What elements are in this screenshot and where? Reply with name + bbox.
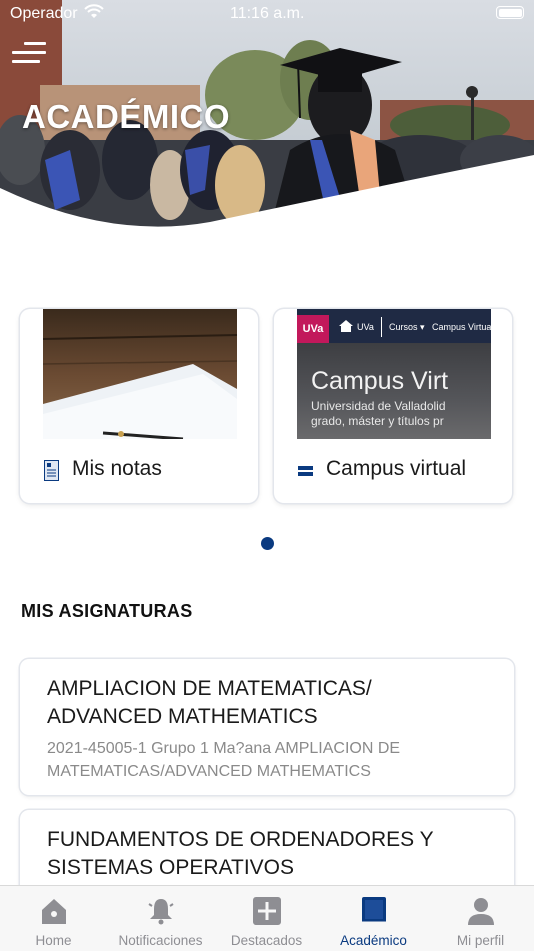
campus-headline: Campus Virt — [311, 367, 449, 395]
clock: 11:16 a.m. — [230, 5, 305, 22]
section-title-mis-asignaturas: MIS ASIGNATURAS — [21, 601, 193, 621]
book-icon — [361, 897, 386, 925]
bell-icon — [147, 899, 174, 925]
page-title: ACADÉMICO — [22, 98, 230, 135]
campus-subline-2: grado, máster y títulos pr — [311, 414, 444, 428]
tab-bar: Home Notificaciones Destacados Académico — [0, 885, 534, 951]
tab-academico[interactable]: Académico — [320, 886, 427, 951]
subject-name: AMPLIACION DE MATEMATICAS/ ADVANCED MATH… — [47, 677, 372, 728]
tab-label-notificaciones: Notificaciones — [118, 933, 203, 948]
uva-badge: UVa — [297, 315, 329, 343]
card-label-row: Campus virtual — [274, 439, 512, 503]
tab-destacados[interactable]: Destacados — [213, 886, 320, 951]
tab-label-home: Home — [35, 933, 72, 948]
card-image-notes — [43, 309, 237, 439]
nav-uva: UVa — [357, 322, 374, 332]
tab-label-mi-perfil: Mi perfil — [456, 933, 505, 948]
person-icon — [467, 898, 494, 925]
hamburger-menu-icon[interactable] — [12, 42, 46, 66]
tab-notificaciones[interactable]: Notificaciones — [107, 886, 214, 951]
plus-square-icon — [252, 897, 281, 925]
tab-home[interactable]: Home — [0, 886, 107, 951]
nav-cursos: Cursos ▾ — [389, 322, 425, 332]
card-campus-virtual[interactable]: UVa UVa Cursos ▾ Campus Virtual Campus V… — [274, 309, 512, 503]
tab-label-destacados: Destacados — [230, 933, 303, 948]
wifi-icon — [84, 4, 104, 18]
campus-icon — [298, 466, 313, 476]
home-nav-icon — [339, 320, 353, 332]
subject-card[interactable]: AMPLIACION DE MATEMATICAS/ ADVANCED MATH… — [20, 659, 514, 795]
card-label-campus-virtual: Campus virtual — [326, 457, 467, 480]
subject-detail: 2021-45005-1 Grupo 1 Ma?ana AMPLIACION D… — [47, 740, 401, 780]
header-banner: Operador 11:16 a.m. ACADÉMICO — [0, 0, 534, 235]
tab-mi-perfil[interactable]: Mi perfil — [427, 886, 534, 951]
status-bar: Operador 11:16 a.m. — [0, 0, 534, 30]
campus-subline-1: Universidad de Valladolid — [311, 399, 446, 413]
card-mis-notas[interactable]: Mis notas — [20, 309, 258, 503]
tab-label-academico: Académico — [340, 933, 407, 948]
home-icon — [41, 899, 66, 924]
card-label-row: Mis notas — [20, 439, 258, 503]
subject-name: FUNDAMENTOS DE ORDENADORES Y SISTEMAS OP… — [47, 828, 434, 879]
document-icon — [44, 460, 59, 481]
card-label-mis-notas: Mis notas — [72, 457, 162, 480]
card-image-campus: UVa UVa Cursos ▾ Campus Virtual Campus V… — [297, 309, 491, 439]
pagination-dot[interactable] — [261, 537, 274, 550]
battery-icon — [496, 6, 524, 19]
nav-campus: Campus Virtual — [432, 322, 491, 332]
carrier-name: Operador — [10, 5, 78, 22]
